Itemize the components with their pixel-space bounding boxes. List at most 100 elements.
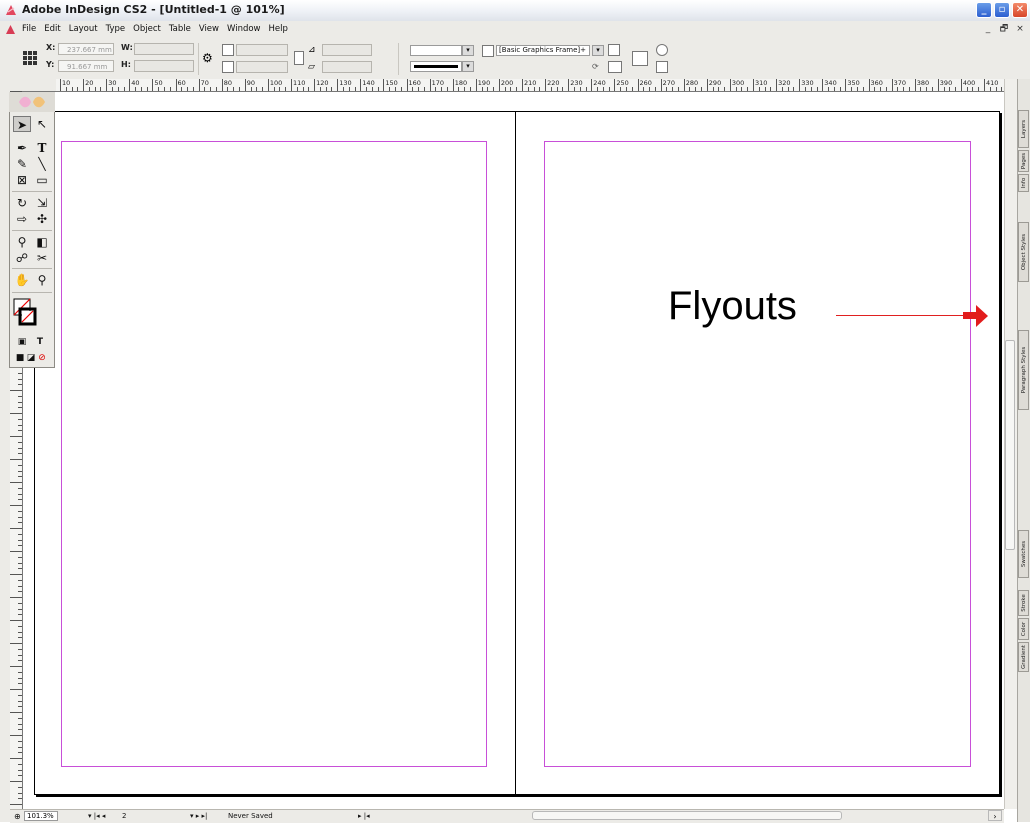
- fill-field[interactable]: [410, 45, 462, 56]
- panel-tab-color[interactable]: Color: [1018, 618, 1029, 640]
- formatting-text-icon[interactable]: T: [31, 334, 49, 350]
- formatting-container-icon[interactable]: ▣: [13, 334, 31, 350]
- ruler-label: 50: [154, 79, 163, 87]
- minimize-icon[interactable]: _: [976, 2, 992, 18]
- panel-tab-pages[interactable]: Pages: [1018, 150, 1029, 172]
- reference-point-icon[interactable]: [23, 51, 37, 65]
- free-transform-tool-icon[interactable]: ✣: [33, 211, 51, 227]
- document-icon[interactable]: [4, 23, 17, 36]
- gradient-tool-icon[interactable]: ◧: [33, 234, 51, 250]
- fill-stroke-swatch-icon[interactable]: [13, 298, 37, 328]
- ruler-minor-tick: [672, 87, 674, 91]
- close-icon[interactable]: ✕: [1012, 2, 1028, 18]
- button-tool-icon[interactable]: ☍: [13, 250, 31, 266]
- x-position-field[interactable]: 237.667 mm: [58, 43, 114, 55]
- doc-restore-button[interactable]: 🗗: [998, 23, 1010, 36]
- select-container-icon[interactable]: [632, 51, 648, 66]
- ruler-minor-tick: [123, 87, 125, 91]
- quick-apply-icon[interactable]: [656, 61, 668, 73]
- ruler-minor-tick: [18, 671, 22, 673]
- ruler-minor-tick: [833, 87, 835, 91]
- zoom-tool-icon[interactable]: ⚲: [33, 272, 51, 288]
- ruler-minor-tick: [412, 87, 414, 91]
- doc-minimize-button[interactable]: _: [982, 23, 994, 36]
- frame-icon[interactable]: [482, 45, 494, 57]
- selection-tool-icon[interactable]: ➤: [13, 116, 31, 132]
- panel-tab-gradient[interactable]: Gradient: [1018, 642, 1029, 672]
- rotation-field[interactable]: [322, 44, 372, 56]
- panel-tab-swatches[interactable]: Swatches: [1018, 530, 1029, 578]
- panel-tab-object-styles[interactable]: Object Styles: [1018, 222, 1029, 282]
- lock-icon[interactable]: [294, 51, 304, 65]
- stroke-weight-field[interactable]: [410, 61, 462, 72]
- ruler-minor-tick: [18, 591, 22, 593]
- ruler-minor-tick: [158, 87, 160, 91]
- page-number-field[interactable]: 2: [122, 811, 126, 822]
- shear-tool-icon[interactable]: ⇨: [13, 211, 31, 227]
- panel-tab-stroke[interactable]: Stroke: [1018, 590, 1029, 616]
- scroll-right-icon[interactable]: ›: [988, 810, 1002, 821]
- panel-tab-layers[interactable]: Layers: [1018, 110, 1029, 148]
- y-position-field[interactable]: 91.667 mm: [58, 60, 114, 72]
- eyedropper-tool-icon[interactable]: ⚲: [13, 234, 31, 250]
- fill-dropdown-icon[interactable]: ▾: [462, 45, 474, 56]
- ruler-label: 260: [639, 79, 652, 87]
- restore-icon[interactable]: ▫: [994, 2, 1010, 18]
- pen-tool-icon[interactable]: ✒: [13, 140, 31, 156]
- panel-tab-paragraph-styles[interactable]: Paragraph Styles: [1018, 330, 1029, 410]
- control-panel-menu-icon[interactable]: [656, 44, 668, 56]
- feather-icon[interactable]: [608, 61, 622, 73]
- menu-edit[interactable]: Edit: [44, 23, 60, 36]
- rectangle-frame-tool-icon[interactable]: ⊠: [13, 172, 31, 188]
- vertical-scrollbar-thumb[interactable]: [1005, 340, 1015, 550]
- rotate-tool-icon[interactable]: ↻: [13, 195, 31, 211]
- zoom-field[interactable]: 101.3%: [24, 811, 58, 821]
- scale-y-field[interactable]: [236, 61, 288, 73]
- line-tool-icon[interactable]: ╲: [33, 156, 51, 172]
- indesign-app-icon[interactable]: [4, 3, 18, 17]
- object-style-options-icon[interactable]: [608, 44, 620, 56]
- menu-object[interactable]: Object: [133, 23, 161, 36]
- rectangle-tool-icon[interactable]: ▭: [33, 172, 51, 188]
- shear-field[interactable]: [322, 61, 372, 73]
- scale-tool-icon[interactable]: ⇲: [33, 195, 51, 211]
- first-page-icon[interactable]: ▾ |◂ ◂: [88, 811, 105, 822]
- menu-window[interactable]: Window: [227, 23, 261, 36]
- y-label: Y:: [46, 60, 55, 69]
- constrain-proportions-icon[interactable]: ⚙: [202, 52, 214, 64]
- menu-view[interactable]: View: [199, 23, 219, 36]
- doc-close-button[interactable]: ×: [1014, 23, 1026, 36]
- status-menu-icon[interactable]: ▸ |◂: [358, 811, 370, 822]
- horizontal-scrollbar[interactable]: [532, 811, 842, 820]
- scissors-tool-icon[interactable]: ✂: [33, 250, 51, 266]
- menu-table[interactable]: Table: [169, 23, 191, 36]
- horizontal-ruler[interactable]: 10 20 30 40 50 60 70 80 90 100 110 120 130 140 150 160 1…: [56, 79, 1016, 92]
- ruler-tick: [10, 505, 22, 506]
- object-style-dropdown-icon[interactable]: ▾: [592, 45, 604, 56]
- height-field[interactable]: [134, 60, 194, 72]
- object-style-field[interactable]: [Basic Graphics Frame]+: [496, 45, 590, 56]
- width-field[interactable]: [134, 43, 194, 55]
- stroke-dropdown-icon[interactable]: ▾: [462, 61, 474, 72]
- drop-shadow-icon[interactable]: ⟳: [592, 61, 604, 73]
- menu-type[interactable]: Type: [106, 23, 126, 36]
- scale-x-field[interactable]: [236, 44, 288, 56]
- menu-file[interactable]: File: [22, 23, 36, 36]
- type-tool-icon[interactable]: T: [33, 140, 51, 156]
- panel-tab-info[interactable]: Info: [1018, 174, 1029, 192]
- ruler-minor-tick: [972, 87, 974, 91]
- menu-help[interactable]: Help: [269, 23, 288, 36]
- direct-selection-tool-icon[interactable]: ↖: [33, 116, 51, 132]
- menu-layout[interactable]: Layout: [69, 23, 98, 36]
- next-page-icon[interactable]: ▾ ▸ ▸|: [190, 811, 207, 822]
- ruler-label: 390: [939, 79, 953, 87]
- adobe-butterfly-icon[interactable]: [9, 92, 55, 112]
- ruler-minor-tick: [135, 87, 137, 91]
- apply-none-icon[interactable]: ⊘: [33, 350, 51, 366]
- ruler-minor-tick: [366, 87, 368, 91]
- hand-tool-icon[interactable]: ✋: [13, 272, 31, 288]
- ruler-minor-tick: [354, 87, 356, 91]
- pencil-tool-icon[interactable]: ✎: [13, 156, 31, 172]
- ruler-minor-tick: [18, 476, 22, 478]
- ruler-label: 200: [500, 79, 514, 87]
